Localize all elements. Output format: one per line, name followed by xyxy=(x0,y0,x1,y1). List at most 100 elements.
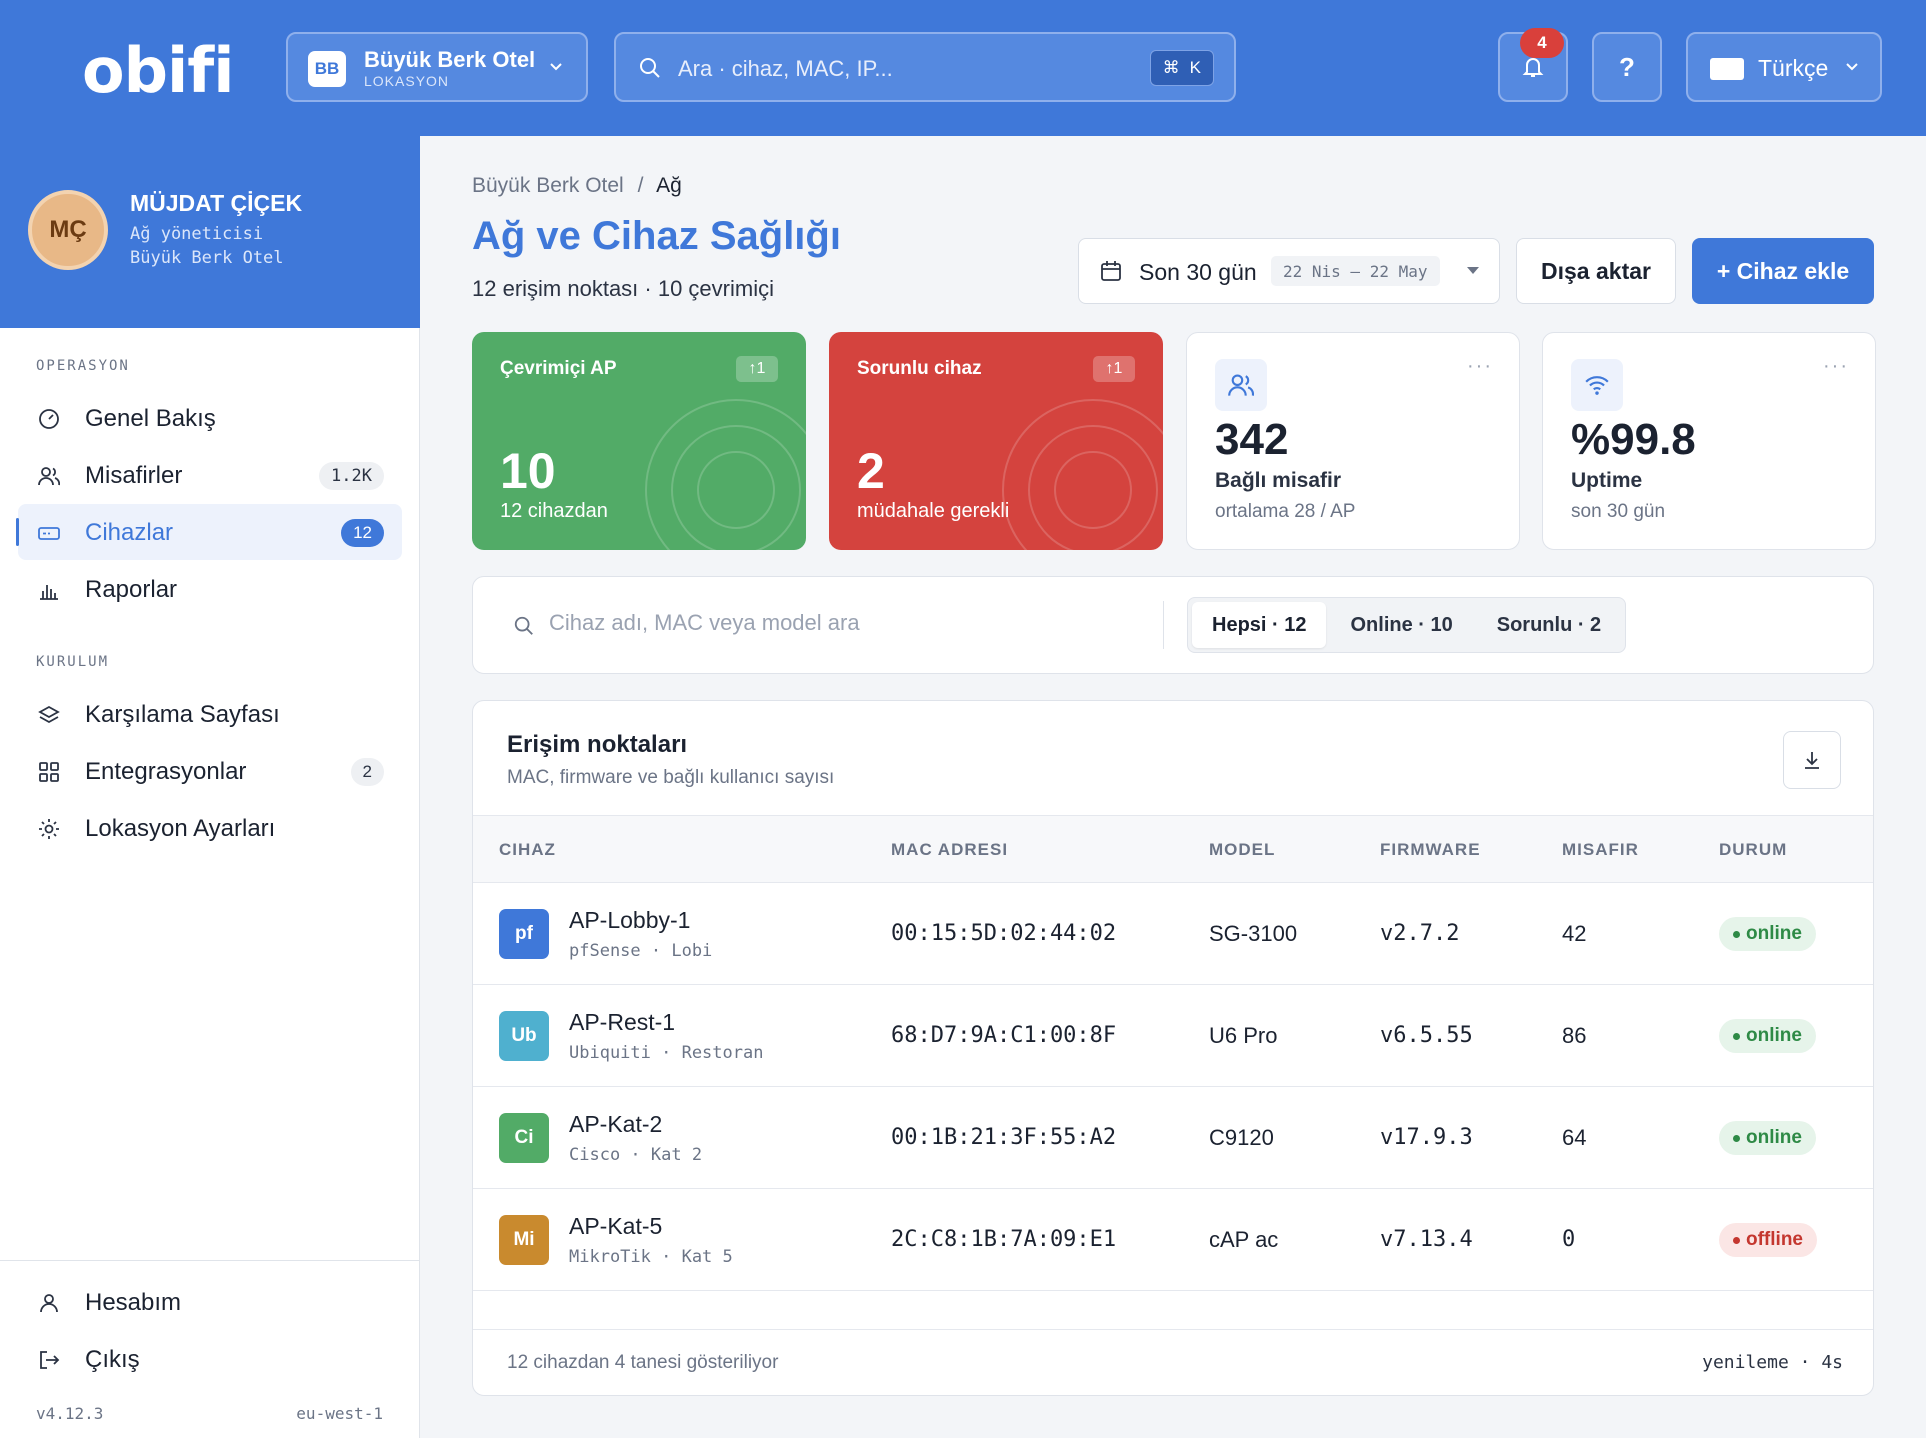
status-badge: online xyxy=(1719,1019,1816,1053)
breadcrumb-parent[interactable]: Büyük Berk Otel xyxy=(472,174,624,197)
breadcrumb-separator: / xyxy=(637,174,644,197)
global-search[interactable]: Ara · cihaz, MAC, IP... ⌘ K xyxy=(614,32,1236,102)
caret-down-icon xyxy=(1467,267,1479,274)
help-button[interactable]: ? xyxy=(1592,32,1662,102)
decorative-rings-icon xyxy=(1002,399,1163,550)
mac-address: 68:D7:9A:C1:00:8F xyxy=(891,1023,1117,1048)
divider xyxy=(1163,601,1164,649)
location-switcher[interactable]: BB Büyük Berk Otel LOKASYON xyxy=(286,32,588,102)
column-header-model[interactable]: MODEL xyxy=(1209,840,1275,860)
table-title: Erişim noktaları xyxy=(507,731,688,758)
sidebar-item-label: Lokasyon Ayarları xyxy=(85,815,276,842)
guest-count: 0 xyxy=(1562,1227,1576,1252)
stat-value: 2 xyxy=(857,443,885,499)
device-firmware: v2.7.2 xyxy=(1380,921,1460,946)
grid-icon xyxy=(39,762,59,782)
sidebar-item-label: Cihazlar xyxy=(85,519,174,546)
table-footer: 12 cihazdan 4 tanesi gösteriliyor yenile… xyxy=(473,1329,1873,1395)
page-title: Ağ ve Cihaz Sağlığı xyxy=(472,214,841,258)
pagination-summary: 12 cihazdan 4 tanesi gösteriliyor xyxy=(507,1352,779,1373)
stat-card-connected-guests[interactable]: ··· 342 Bağlı misafir ortalama 28 / AP xyxy=(1186,332,1520,550)
stat-card-problem-devices[interactable]: Sorunlu cihaz ↑1 2 müdahale gerekli xyxy=(829,332,1163,550)
stat-card-uptime[interactable]: ··· %99.8 Uptime son 30 gün xyxy=(1542,332,1876,550)
server-region: eu-west-1 xyxy=(296,1404,383,1423)
language-selector[interactable]: Türkçe xyxy=(1686,32,1882,102)
user-profile[interactable]: MÇ MÜJDAT ÇİÇEK Ağ yöneticisi Büyük Berk… xyxy=(0,136,420,328)
stat-subtitle: 12 cihazdan xyxy=(500,500,608,522)
device-model: U6 Pro xyxy=(1209,1023,1278,1048)
device-name[interactable]: AP-Kat-5 xyxy=(569,1213,662,1240)
tab-problem[interactable]: Sorunlu · 2 xyxy=(1477,602,1621,648)
vendor-icon: Mi xyxy=(499,1215,549,1265)
table-row[interactable]: Ci AP-Kat-2 Cisco · Kat 2 00:1B:21:3F:55… xyxy=(473,1087,1873,1189)
more-options-icon[interactable]: ··· xyxy=(1467,355,1493,378)
stat-value: %99.8 xyxy=(1571,415,1696,464)
download-icon xyxy=(1805,752,1819,769)
more-options-icon[interactable]: ··· xyxy=(1823,355,1849,378)
table-row[interactable]: pf AP-Lobby-1 pfSense · Lobi 00:15:5D:02… xyxy=(473,883,1873,985)
device-name[interactable]: AP-Kat-2 xyxy=(569,1111,662,1138)
sidebar-item-location-settings[interactable]: Lokasyon Ayarları xyxy=(18,800,402,856)
device-model: SG-3100 xyxy=(1209,921,1298,946)
download-button[interactable] xyxy=(1783,731,1841,789)
status-label: online xyxy=(1746,923,1802,944)
guest-count: 64 xyxy=(1562,1125,1587,1150)
sidebar-item-label: Misafirler xyxy=(85,462,183,489)
status-label: online xyxy=(1746,1025,1802,1046)
sidebar-item-label: Raporlar xyxy=(85,576,178,603)
sidebar-item-landing-page[interactable]: Karşılama Sayfası xyxy=(18,686,402,742)
top-bar: obifi BB Büyük Berk Otel LOKASYON Ara · … xyxy=(0,0,1926,136)
sidebar-item-label: Çıkış xyxy=(85,1346,140,1373)
sidebar-item-reports[interactable]: Raporlar xyxy=(18,561,402,617)
status-dot-icon xyxy=(1733,1134,1740,1142)
device-firmware: v17.9.3 xyxy=(1380,1125,1473,1150)
stat-card-online-ap[interactable]: Çevrimiçi AP ↑1 10 12 cihazdan xyxy=(472,332,806,550)
language-label: Türkçe xyxy=(1758,55,1829,81)
device-name[interactable]: AP-Lobby-1 xyxy=(569,907,690,934)
status-badge: offline xyxy=(1719,1223,1817,1257)
layers-icon xyxy=(38,705,60,724)
logo[interactable]: obifi xyxy=(82,34,234,107)
tab-all[interactable]: Hepsi · 12 xyxy=(1192,602,1327,648)
table-row[interactable]: Ub AP-Rest-1 Ubiquiti · Restoran 68:D7:9… xyxy=(473,985,1873,1087)
column-header-guests[interactable]: MISAFIR xyxy=(1562,840,1639,860)
device-name[interactable]: AP-Rest-1 xyxy=(569,1009,675,1036)
column-header-mac[interactable]: MAC ADRESI xyxy=(891,840,1008,860)
date-range-picker[interactable]: Son 30 gün 22 Nis — 22 May xyxy=(1078,238,1500,304)
sidebar-item-devices[interactable]: Cihazlar 12 xyxy=(16,504,402,560)
device-filter-bar: Hepsi · 12 Online · 10 Sorunlu · 2 xyxy=(472,576,1874,674)
chart-icon xyxy=(40,585,58,600)
status-dot-icon xyxy=(1733,1236,1740,1244)
column-header-device[interactable]: CIHAZ xyxy=(499,840,556,860)
user-name: MÜJDAT ÇİÇEK xyxy=(130,190,303,216)
sidebar-item-label: Karşılama Sayfası xyxy=(85,701,280,728)
shortcut-modifier: ⌘ xyxy=(1162,58,1180,77)
device-firmware: v7.13.4 xyxy=(1380,1227,1473,1252)
add-device-button[interactable]: + Cihaz ekle xyxy=(1692,238,1874,304)
sidebar-item-overview[interactable]: Genel Bakış xyxy=(18,390,402,446)
table-header: CIHAZ MAC ADRESI MODEL FIRMWARE MISAFIR … xyxy=(473,815,1873,883)
sidebar-item-guests[interactable]: Misafirler 1.2K xyxy=(18,447,402,503)
location-type: LOKASYON xyxy=(364,73,450,89)
column-header-status[interactable]: DURUM xyxy=(1719,840,1787,860)
sidebar-item-account[interactable]: Hesabım xyxy=(18,1274,402,1330)
export-button[interactable]: Dışa aktar xyxy=(1516,238,1676,304)
notifications-button[interactable]: 4 xyxy=(1498,28,1568,102)
tab-online[interactable]: Online · 10 xyxy=(1330,602,1472,648)
status-dot-icon xyxy=(1733,930,1740,938)
status-badge: online xyxy=(1719,1121,1816,1155)
sidebar-item-label: Genel Bakış xyxy=(85,405,216,432)
column-header-firmware[interactable]: FIRMWARE xyxy=(1380,840,1481,860)
sidebar-item-logout[interactable]: Çıkış xyxy=(18,1331,402,1387)
shortcut-key: K xyxy=(1189,58,1201,77)
global-search-placeholder: Ara · cihaz, MAC, IP... xyxy=(678,56,893,81)
table-row[interactable]: Mi AP-Kat-5 MikroTik · Kat 5 2C:C8:1B:7A… xyxy=(473,1189,1873,1291)
device-meta: pfSense · Lobi xyxy=(569,941,713,961)
calendar-icon xyxy=(1101,261,1121,281)
sidebar-item-integrations[interactable]: Entegrasyonlar 2 xyxy=(18,743,402,799)
location-name: Büyük Berk Otel xyxy=(364,47,536,72)
trend-badge: ↑1 xyxy=(1093,356,1135,382)
device-model: cAP ac xyxy=(1209,1227,1279,1252)
device-search-input[interactable] xyxy=(549,610,1109,636)
date-range-label: Son 30 gün xyxy=(1139,259,1257,285)
